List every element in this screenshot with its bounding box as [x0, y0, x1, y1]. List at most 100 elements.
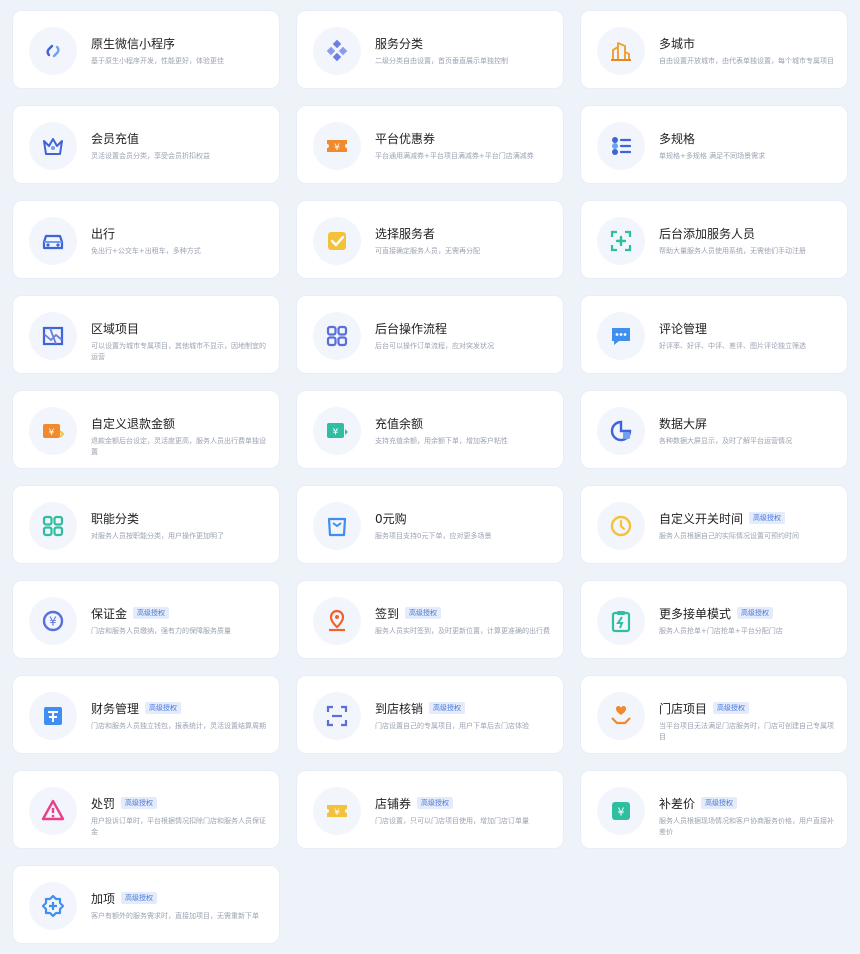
premium-license-badge: 高级授权 [145, 702, 182, 714]
svg-text:¥: ¥ [333, 428, 339, 438]
feature-title: 签到 [375, 606, 400, 621]
feature-card[interactable]: 门店项目 高级授权 当平台项目无法满足门店服务时，门店可创建自己专属项目 [580, 675, 848, 754]
feature-card[interactable]: ¥ 补差价 高级授权 服务人员根据现场情况和客户协商服务价格，用户直接补差价 [580, 770, 848, 849]
feature-text: 充值余额支持充值余额，用余额下单，增加客户粘性 [375, 405, 551, 447]
feature-card[interactable]: 评论管理 好评率、好评、中评、差评、图片评论独立筛选 [580, 295, 848, 374]
feature-description: 当平台项目无法满足门店服务时，门店可创建自己专属项目 [659, 722, 834, 741]
feature-title-row: 自定义退款金额 [91, 415, 267, 431]
premium-license-badge: 高级授权 [701, 797, 738, 809]
feature-card[interactable]: 签到 高级授权服务人员实时签到，及时更新位置，计算更准确的出行费 [296, 580, 564, 659]
add-item-icon [29, 882, 77, 930]
feature-text: 补差价 高级授权 服务人员根据现场情况和客户协商服务价格，用户直接补差价 [659, 785, 835, 838]
feature-text: 店铺券 高级授权 门店设置，只可以门店项目使用，增加门店订单量 [375, 785, 551, 827]
feature-text: 出行 免出行+公交车+出租车，多种方式 [91, 215, 267, 257]
feature-card[interactable]: 0元购 服务项目支持0元下单，应对更多场景 [296, 485, 564, 564]
feature-text: 评论管理 好评率、好评、中评、差评、图片评论独立筛选 [659, 310, 835, 352]
feature-title-row: 自定义开关时间 高级授权 [659, 510, 835, 526]
feature-title: 多规格 [659, 131, 696, 146]
feature-title-row: 出行 [91, 225, 267, 241]
feature-description: 支持充值余额，用余额下单，增加客户粘性 [375, 437, 508, 445]
feature-text: 职能分类 对服务人员按职能分类，用户操作更加明了 [91, 500, 267, 542]
feature-card[interactable]: ¥ 充值余额支持充值余额，用余额下单，增加客户粘性 [296, 390, 564, 469]
feature-description: 后台可以操作订单流程，应对突发状况 [375, 342, 494, 350]
feature-title-row: 店铺券 高级授权 [375, 795, 551, 811]
feature-card[interactable]: 更多接单模式 高级授权 服务人员抢单+门店抢单+平台分配门店 [580, 580, 848, 659]
feature-description: 自由设置开放城市，由代表单独设置，每个城市专属项目 [659, 57, 834, 65]
premium-license-badge: 高级授权 [133, 607, 170, 619]
feature-title-row: 签到 高级授权 [375, 605, 551, 621]
feature-description: 用户投诉订单时，平台根据情况扣除门店和服务人员保证金 [91, 817, 266, 836]
feature-description: 单规格+多规格 满足不同场景需求 [659, 152, 766, 160]
pie-chart-icon [597, 407, 645, 455]
feature-title-row: 加项 高级授权 [91, 890, 267, 906]
svg-text:¥: ¥ [49, 615, 57, 629]
feature-title: 充值余额 [375, 416, 424, 431]
feature-card[interactable]: 多规格单规格+多规格 满足不同场景需求 [580, 105, 848, 184]
svg-text:¥: ¥ [334, 143, 340, 153]
feature-title-row: 平台优惠券 [375, 130, 551, 146]
clock-icon [597, 502, 645, 550]
feature-card[interactable]: 到店核销 高级授权 门店设置自己的专属项目，用户下单后去门店体验 [296, 675, 564, 754]
feature-text: 处罚 高级授权 用户投诉订单时，平台根据情况扣除门店和服务人员保证金 [91, 785, 267, 838]
feature-card[interactable]: 处罚 高级授权 用户投诉订单时，平台根据情况扣除门店和服务人员保证金 [12, 770, 280, 849]
feature-text: 自定义退款金额 退款金额后台设定，灵活度更高，服务人员出行费单独设置 [91, 405, 267, 458]
feature-title-row: 评论管理 [659, 320, 835, 336]
feature-card[interactable]: 职能分类 对服务人员按职能分类，用户操作更加明了 [12, 485, 280, 564]
feature-title-row: 多城市 [659, 35, 835, 51]
feature-card[interactable]: 选择服务者 可直接确定服务人员，无需再分配 [296, 200, 564, 279]
feature-title-row: 到店核销 高级授权 [375, 700, 551, 716]
feature-title: 出行 [91, 226, 116, 241]
feature-title-row: 会员充值 [91, 130, 267, 146]
feature-card[interactable]: ¥ 保证金 高级授权 门店和服务人员缴纳，强有力的保障服务质量 [12, 580, 280, 659]
city-icon [597, 27, 645, 75]
feature-text: 门店项目 高级授权 当平台项目无法满足门店服务时，门店可创建自己专属项目 [659, 690, 835, 743]
feature-title: 后台添加服务人员 [659, 226, 756, 241]
clipboard-flash-icon [597, 597, 645, 645]
feature-card[interactable]: 出行 免出行+公交车+出租车，多种方式 [12, 200, 280, 279]
feature-card[interactable]: ¥ 自定义退款金额 退款金额后台设定，灵活度更高，服务人员出行费单独设置 [12, 390, 280, 469]
bag-icon [313, 502, 361, 550]
feature-title: 职能分类 [91, 511, 140, 526]
feature-card[interactable]: 后台操作流程后台可以操作订单流程，应对突发状况 [296, 295, 564, 374]
feature-title: 区域项目 [91, 321, 140, 336]
feature-description: 退款金额后台设定，灵活度更高，服务人员出行费单独设置 [91, 437, 266, 456]
feature-text: 后台操作流程后台可以操作订单流程，应对突发状况 [375, 310, 551, 352]
feature-title-row: 充值余额 [375, 415, 551, 431]
feature-title: 更多接单模式 [659, 606, 732, 621]
car-icon [29, 217, 77, 265]
feature-title: 服务分类 [375, 36, 424, 51]
feature-card[interactable]: 区域项目 可以设置为城市专属项目，其他城市不显示，因地制宜的运营 [12, 295, 280, 374]
feature-card[interactable]: 会员充值 灵活设置会员分类，享受会员折扣权益 [12, 105, 280, 184]
feature-card[interactable]: 后台添加服务人员帮助大量服务人员使用系统，无需他们手动注册 [580, 200, 848, 279]
feature-description: 服务人员实时签到，及时更新位置，计算更准确的出行费 [375, 627, 550, 635]
feature-title-row: 后台操作流程 [375, 320, 551, 336]
feature-card[interactable]: 自定义开关时间 高级授权 服务人员根据自己的实际情况设置可预约时间 [580, 485, 848, 564]
feature-title: 数据大屏 [659, 416, 708, 431]
region-icon [29, 312, 77, 360]
feature-card[interactable]: 服务分类二级分类自由设置，首页垂直展示单独控制 [296, 10, 564, 89]
feature-card[interactable]: 财务管理 高级授权 门店和服务人员独立钱包，报表统计，灵活设置结算周期 [12, 675, 280, 754]
premium-license-badge: 高级授权 [713, 702, 750, 714]
feature-card[interactable]: ¥ 店铺券 高级授权 门店设置，只可以门店项目使用，增加门店订单量 [296, 770, 564, 849]
feature-card[interactable]: 加项 高级授权 客户有额外的服务需求时，直接加项目，无需重新下单 [12, 865, 280, 944]
feature-title: 评论管理 [659, 321, 708, 336]
feature-title: 财务管理 [91, 701, 140, 716]
feature-card[interactable]: ¥ 平台优惠券 平台通用满减券+平台项目满减券+平台门店满减券 [296, 105, 564, 184]
hand-heart-icon [597, 692, 645, 740]
feature-title-row: 职能分类 [91, 510, 267, 526]
feature-title-row: 服务分类 [375, 35, 551, 51]
grid-apps-icon [313, 312, 361, 360]
feature-title: 平台优惠券 [375, 131, 436, 146]
feature-card[interactable]: 多城市自由设置开放城市，由代表单独设置，每个城市专属项目 [580, 10, 848, 89]
feature-card[interactable]: 数据大屏 各种数据大屏显示，及时了解平台运营情况 [580, 390, 848, 469]
coupon-icon: ¥ [313, 122, 361, 170]
feature-title-row: 处罚 高级授权 [91, 795, 267, 811]
feature-card[interactable]: 原生微信小程序 基于原生小程序开发，性能更好，体验更佳 [12, 10, 280, 89]
feature-description: 帮助大量服务人员使用系统，无需他们手动注册 [659, 247, 806, 255]
feature-title: 自定义开关时间 [659, 511, 744, 526]
feature-title-row: 门店项目 高级授权 [659, 700, 835, 716]
feature-grid: 原生微信小程序 基于原生小程序开发，性能更好，体验更佳 服务分类 二级分类自由设置，首… [12, 10, 848, 944]
feature-title-row: 保证金 高级授权 [91, 605, 267, 621]
feature-text: 签到 高级授权服务人员实时签到，及时更新位置，计算更准确的出行费 [375, 595, 551, 637]
feature-description: 二级分类自由设置，首页垂直展示单独控制 [375, 57, 508, 65]
